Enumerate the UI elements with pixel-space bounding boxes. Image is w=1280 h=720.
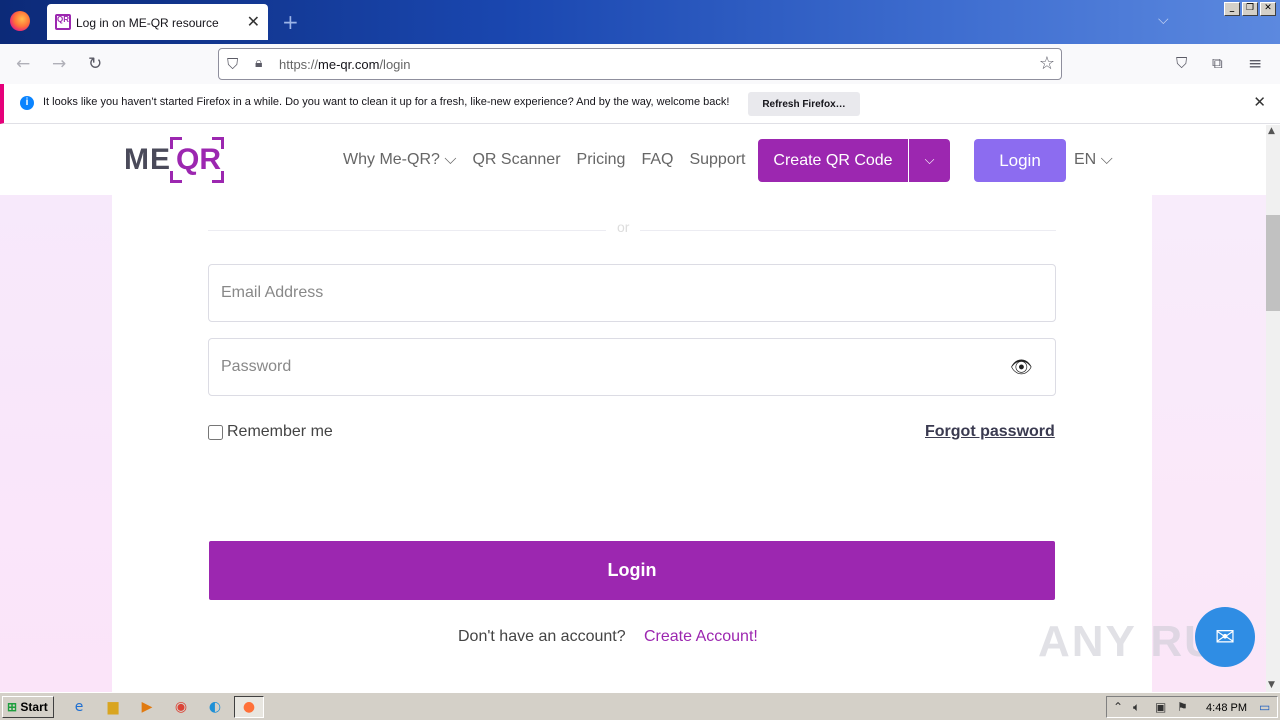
address-bar[interactable]: ⛉ 🔒︎ https://me-qr.com/login ☆: [218, 48, 1062, 80]
browser-tab[interactable]: QR Log in on ME-QR resource ✕: [47, 4, 268, 40]
taskbar-firefox-active[interactable]: ●: [234, 696, 264, 718]
notification-close-icon[interactable]: ✕: [1253, 93, 1266, 111]
site-nav: Why Me-QR? ⌵ QR Scanner Pricing FAQ Supp…: [343, 151, 746, 169]
divider-right: [640, 230, 1056, 231]
remember-me-checkbox[interactable]: [208, 424, 223, 440]
chat-mail-icon[interactable]: ✉: [1195, 607, 1255, 667]
browser-titlebar: QR Log in on ME-QR resource ✕ + ⌵ _ ❐ ✕: [0, 0, 1280, 44]
tray-expand-icon[interactable]: ⌃: [1113, 700, 1123, 714]
password-field[interactable]: [208, 338, 1056, 396]
page-content: ME QR Why Me-QR? ⌵ QR Scanner Pricing FA…: [0, 125, 1266, 692]
divider-left: [208, 230, 606, 231]
info-icon: i: [20, 96, 34, 110]
nav-pricing[interactable]: Pricing: [577, 151, 626, 169]
language-selector[interactable]: EN ⌵: [1074, 151, 1113, 169]
nav-faq[interactable]: FAQ: [641, 151, 673, 169]
remember-me[interactable]: Remember me: [208, 423, 333, 441]
create-qr-code-button[interactable]: Create QR Code: [758, 139, 908, 182]
start-label: Start: [20, 700, 48, 714]
volume-icon[interactable]: 🔈︎: [1133, 700, 1140, 715]
email-field[interactable]: [208, 264, 1056, 322]
show-desktop-icon[interactable]: ▭: [1259, 700, 1270, 714]
show-password-eye-icon[interactable]: 👁︎: [1010, 357, 1033, 378]
firefox-logo-icon[interactable]: [10, 11, 30, 31]
list-tabs-chevron-icon[interactable]: ⌵: [1158, 12, 1169, 28]
pocket-icon[interactable]: ⛉: [1176, 54, 1187, 72]
meqr-favicon-icon: QR: [55, 14, 71, 30]
lock-icon[interactable]: 🔒︎: [255, 55, 262, 71]
maximize-button[interactable]: ❐: [1242, 2, 1258, 16]
scroll-up-arrow-icon[interactable]: ▲: [1268, 126, 1275, 136]
scrollbar-thumb[interactable]: [1266, 215, 1280, 311]
site-header: ME QR Why Me-QR? ⌵ QR Scanner Pricing FA…: [0, 125, 1266, 195]
logo-text: ME: [124, 143, 171, 176]
network-icon[interactable]: ▣: [1155, 700, 1166, 714]
refresh-firefox-button[interactable]: Refresh Firefox…: [748, 92, 860, 116]
bookmark-star-icon[interactable]: ☆: [1039, 53, 1055, 74]
forward-arrow-icon[interactable]: →: [52, 54, 66, 74]
no-account-text: Don't have an account?: [458, 628, 626, 645]
forgot-password-link[interactable]: Forgot password: [925, 423, 1055, 441]
firefox-taskbar-icon: ●: [242, 699, 256, 715]
tab-title: Log in on ME-QR resource: [76, 16, 219, 30]
tab-close-icon[interactable]: ✕: [247, 12, 260, 31]
menu-hamburger-icon[interactable]: ≡: [1248, 54, 1262, 74]
url-text[interactable]: https://me-qr.com/login: [279, 57, 411, 72]
remember-me-label: Remember me: [227, 423, 333, 440]
extensions-icon[interactable]: ⧉: [1212, 54, 1223, 72]
logo-accent-text: QR: [176, 143, 221, 176]
browser-navbar: ← → ↻ ⛉ 🔒︎ https://me-qr.com/login ☆ ⛉ ⧉…: [0, 44, 1280, 84]
background-decor-left: [0, 195, 112, 692]
system-tray: ⌃ 🔈︎ ▣ ⚑ 4:48 PM ▭: [1106, 696, 1278, 718]
page-scrollbar[interactable]: [1266, 125, 1280, 692]
start-button[interactable]: ⊞ Start: [2, 696, 54, 718]
create-account-link[interactable]: Create Account!: [644, 628, 758, 646]
folder-icon[interactable]: ▆: [104, 698, 122, 716]
nav-support[interactable]: Support: [689, 151, 745, 169]
divider-or-text: or: [617, 219, 630, 235]
header-login-button[interactable]: Login: [974, 139, 1066, 182]
windows-taskbar: ⊞ Start e ▆ ▶ ◉ ◐ ● ⌃ 🔈︎ ▣ ⚑ 4:48 PM ▭: [0, 692, 1280, 720]
new-tab-icon[interactable]: +: [282, 10, 299, 34]
minimize-button[interactable]: _: [1224, 2, 1240, 16]
back-arrow-icon[interactable]: ←: [16, 54, 30, 74]
windows-flag-icon: ⊞: [7, 700, 18, 714]
notification-text: It looks like you haven’t started Firefo…: [43, 96, 730, 108]
close-window-button[interactable]: ✕: [1260, 2, 1276, 16]
reload-icon[interactable]: ↻: [88, 54, 102, 74]
chrome-icon[interactable]: ◉: [172, 698, 190, 716]
flag-icon[interactable]: ⚑: [1177, 700, 1188, 714]
ie-icon[interactable]: e: [70, 698, 88, 716]
firefox-notification-bar: i It looks like you haven’t started Fire…: [0, 84, 1280, 124]
clock: 4:48 PM: [1206, 702, 1247, 714]
window-controls: _ ❐ ✕: [1224, 2, 1276, 16]
shield-icon[interactable]: ⛉: [227, 55, 238, 73]
scroll-down-arrow-icon[interactable]: ▼: [1268, 680, 1275, 690]
nav-why-meqr[interactable]: Why Me-QR? ⌵: [343, 151, 456, 169]
nav-qr-scanner[interactable]: QR Scanner: [472, 151, 560, 169]
login-submit-button[interactable]: Login: [209, 541, 1055, 600]
edge-icon[interactable]: ◐: [206, 698, 224, 716]
media-player-icon[interactable]: ▶: [138, 698, 156, 716]
create-qr-dropdown-chevron-icon[interactable]: ⌵: [909, 139, 950, 182]
